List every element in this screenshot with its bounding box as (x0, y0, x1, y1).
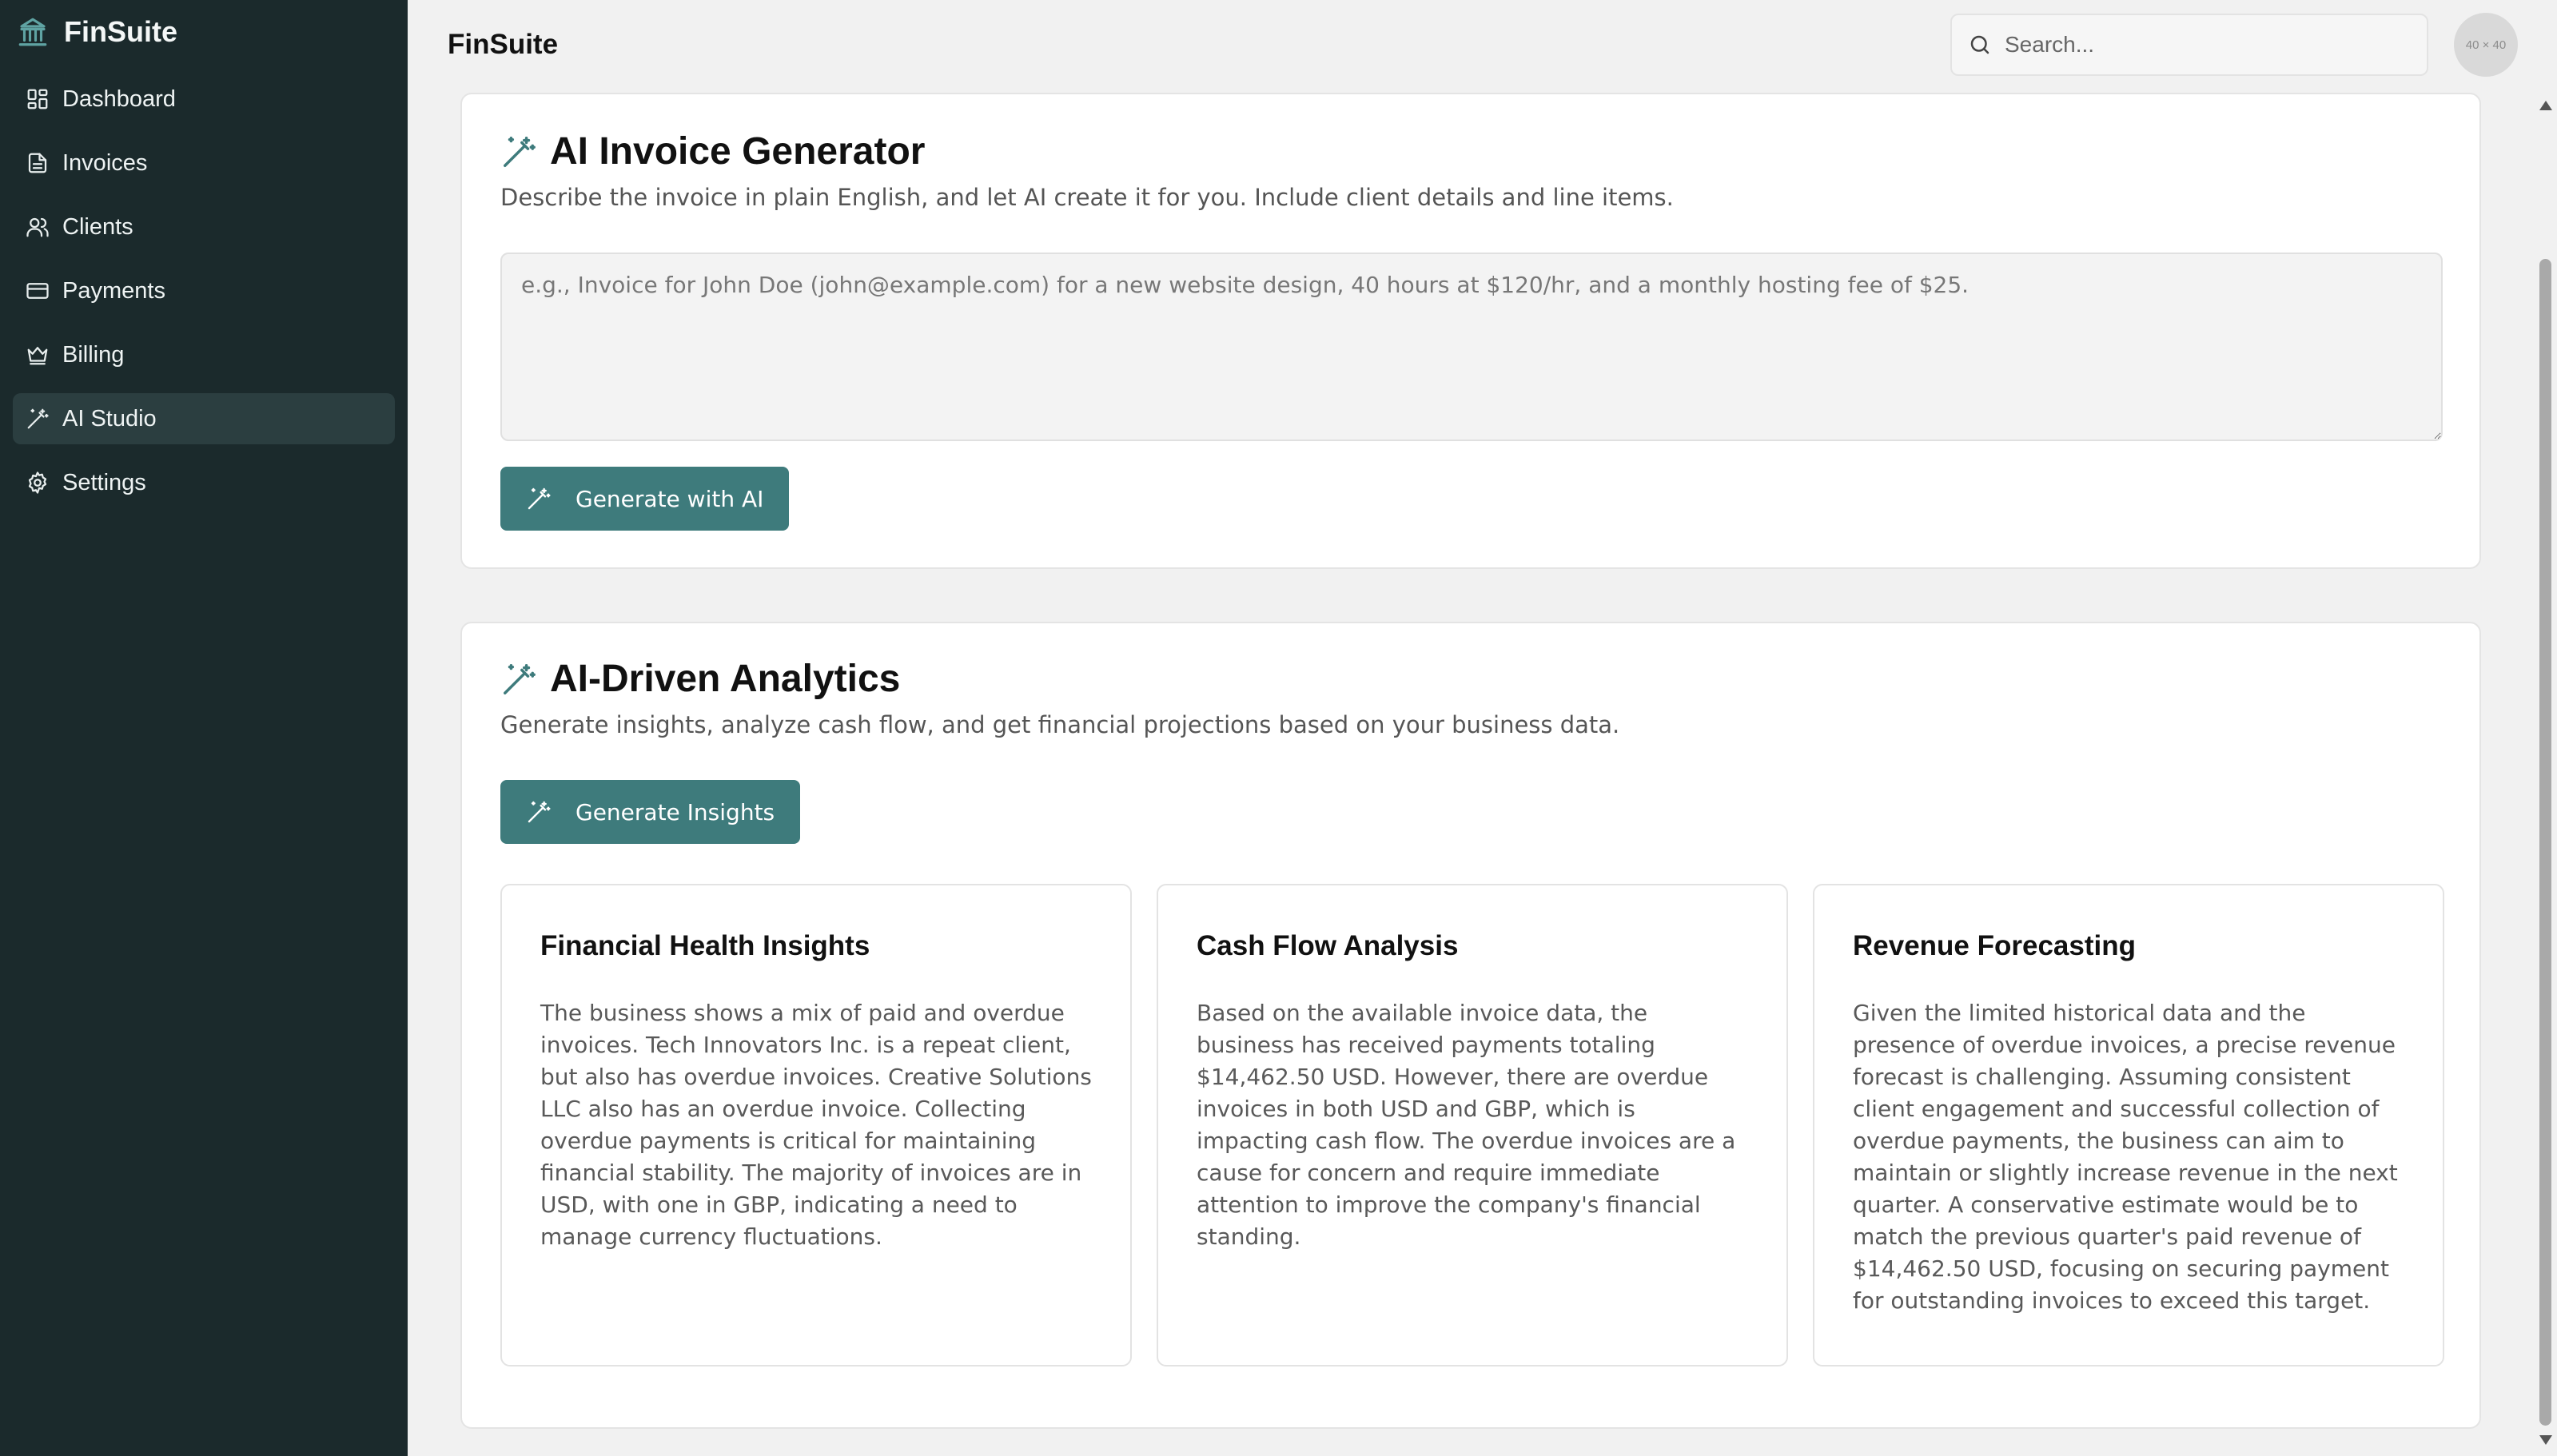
sidebar-item-clients[interactable]: Clients (13, 201, 395, 253)
sidebar-item-label: Billing (62, 341, 125, 368)
crown-icon (27, 347, 48, 365)
button-label: Generate with AI (576, 485, 764, 512)
sidebar-item-label: Settings (62, 469, 146, 495)
sidebar-item-payments[interactable]: Payments (13, 265, 395, 316)
sidebar-item-label: Invoices (62, 149, 148, 176)
sidebar-item-label: Payments (62, 277, 165, 304)
invoice-generator-title: AI Invoice Generator (550, 130, 926, 173)
bank-icon (18, 18, 47, 46)
brand[interactable]: FinSuite (0, 0, 408, 64)
sidebar: FinSuite Dashboard Invoices Clients Paym… (0, 0, 408, 1456)
avatar[interactable]: 40 × 40 (2454, 13, 2518, 77)
sidebar-item-invoices[interactable]: Invoices (13, 137, 395, 189)
insight-body: Based on the available invoice data, the… (1197, 1000, 1736, 1250)
dashboard-grid-icon (27, 89, 48, 109)
financial-health-insights-card: Financial Health Insights The business s… (500, 884, 1132, 1366)
magic-wand-icon (528, 801, 551, 823)
magic-wand-icon (504, 136, 536, 167)
sidebar-item-ai-studio[interactable]: AI Studio (13, 393, 395, 444)
main-content: AI Invoice Generator Describe the invoic… (408, 90, 2534, 1456)
magic-wand-icon (504, 663, 536, 694)
document-icon (28, 153, 47, 173)
brand-name: FinSuite (64, 15, 177, 48)
cash-flow-analysis-card: Cash Flow Analysis Based on the availabl… (1157, 884, 1788, 1366)
vertical-scrollbar[interactable] (2534, 90, 2557, 1456)
insight-title: Cash Flow Analysis (1197, 930, 1459, 961)
revenue-forecasting-card: Revenue Forecasting Given the limited hi… (1813, 884, 2444, 1366)
analytics-heading: AI-Driven Analytics (500, 657, 900, 701)
invoice-prompt-textarea[interactable] (500, 253, 2443, 441)
generate-insights-button[interactable]: Generate Insights (500, 780, 801, 844)
scroll-thumb[interactable] (2539, 259, 2551, 1426)
credit-card-icon (26, 283, 49, 299)
ai-analytics-card: AI-Driven Analytics Generate insights, a… (460, 622, 2481, 1429)
sidebar-item-label: Dashboard (62, 86, 176, 112)
top-header: FinSuite 40 × 40 (408, 0, 2557, 90)
page-title: FinSuite (448, 29, 559, 60)
search-input[interactable] (2005, 32, 2404, 58)
invoice-generator-heading: AI Invoice Generator (500, 129, 925, 173)
invoice-generator-description: Describe the invoice in plain English, a… (500, 184, 1674, 211)
sidebar-item-dashboard[interactable]: Dashboard (13, 74, 395, 125)
users-icon (26, 217, 49, 237)
analytics-title: AI-Driven Analytics (550, 658, 901, 700)
scroll-up-arrow[interactable] (2539, 101, 2552, 110)
ai-invoice-generator-card: AI Invoice Generator Describe the invoic… (460, 93, 2481, 569)
sidebar-nav: Dashboard Invoices Clients Payments Bill… (0, 74, 408, 508)
insight-body: The business shows a mix of paid and ove… (540, 1000, 1092, 1250)
insight-title: Revenue Forecasting (1853, 930, 2136, 961)
sidebar-item-label: Clients (62, 213, 133, 240)
magic-wand-icon (27, 408, 49, 429)
gear-icon (28, 471, 47, 494)
insight-body: Given the limited historical data and th… (1853, 1000, 2398, 1314)
sidebar-item-settings[interactable]: Settings (13, 457, 395, 508)
sidebar-item-billing[interactable]: Billing (13, 329, 395, 380)
generate-with-ai-button[interactable]: Generate with AI (500, 467, 790, 531)
analytics-description: Generate insights, analyze cash flow, an… (500, 711, 1620, 738)
sidebar-item-label: AI Studio (62, 405, 157, 432)
search-icon (1970, 35, 1989, 54)
search-box[interactable] (1950, 14, 2428, 76)
magic-wand-icon (528, 487, 551, 510)
scroll-down-arrow[interactable] (2539, 1435, 2552, 1445)
insight-title: Financial Health Insights (540, 930, 870, 961)
button-label: Generate Insights (576, 798, 775, 825)
